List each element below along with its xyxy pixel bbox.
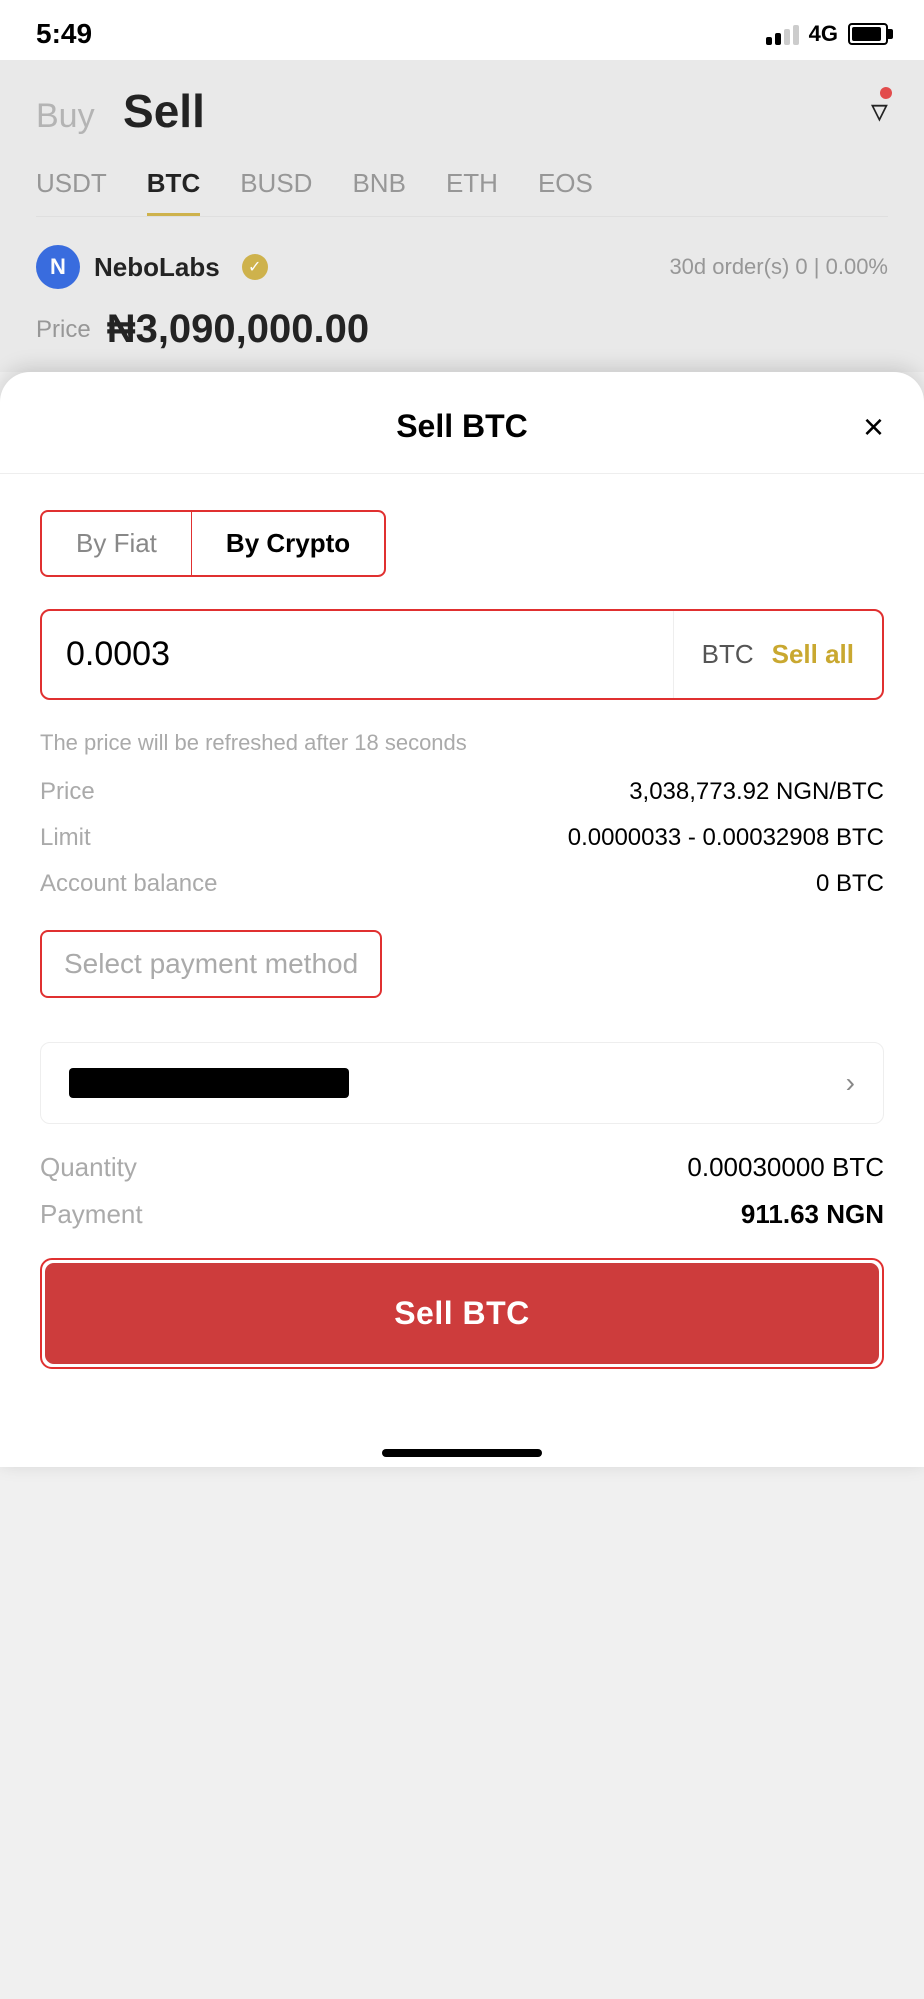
merchant-name: NeboLabs bbox=[94, 252, 220, 283]
summary-row-quantity: Quantity 0.00030000 BTC bbox=[40, 1152, 884, 1183]
modal-content: By Fiat By Crypto BTC Sell all The price… bbox=[0, 474, 924, 1433]
quantity-summary-value: 0.00030000 BTC bbox=[687, 1152, 884, 1183]
select-payment-label: Select payment method bbox=[40, 930, 382, 998]
amount-input[interactable] bbox=[66, 635, 649, 674]
balance-info-label: Account balance bbox=[40, 870, 217, 898]
status-time: 5:49 bbox=[36, 18, 92, 50]
limit-info-value: 0.0000033 - 0.00032908 BTC bbox=[568, 824, 884, 852]
info-row-price: Price 3,038,773.92 NGN/BTC bbox=[40, 778, 884, 806]
merchant-row: N NeboLabs ✓ 30d order(s) 0 | 0.00% bbox=[36, 245, 888, 289]
summary-row-payment: Payment 911.63 NGN bbox=[40, 1199, 884, 1230]
info-row-limit: Limit 0.0000033 - 0.00032908 BTC bbox=[40, 824, 884, 852]
amount-input-row: BTC Sell all bbox=[40, 609, 884, 700]
price-info-label: Price bbox=[40, 778, 95, 806]
crypto-tabs: USDT BTC BUSD BNB ETH EOS bbox=[36, 168, 888, 217]
quantity-summary-label: Quantity bbox=[40, 1152, 137, 1183]
refresh-text: The price will be refreshed after 18 sec… bbox=[40, 730, 884, 756]
limit-info-label: Limit bbox=[40, 824, 91, 852]
payment-method-row[interactable]: › bbox=[40, 1042, 884, 1124]
summary-section: Quantity 0.00030000 BTC Payment 911.63 N… bbox=[40, 1152, 884, 1230]
buy-sell-header: Buy Sell ▿ bbox=[36, 84, 888, 138]
payment-method-info bbox=[69, 1068, 846, 1098]
sell-button-wrapper: Sell BTC bbox=[40, 1258, 884, 1369]
redacted-account-info bbox=[69, 1068, 349, 1098]
buy-label: Buy bbox=[36, 97, 95, 135]
amount-currency: BTC bbox=[702, 639, 754, 670]
order-stats: 30d order(s) 0 | 0.00% bbox=[669, 254, 888, 280]
price-label: Price bbox=[36, 316, 91, 344]
tab-eth[interactable]: ETH bbox=[446, 168, 498, 216]
background-section: Buy Sell ▿ USDT BTC BUSD BNB ETH EOS N N… bbox=[0, 60, 924, 372]
tab-usdt[interactable]: USDT bbox=[36, 168, 107, 216]
payment-summary-label: Payment bbox=[40, 1199, 143, 1230]
merchant-info: N NeboLabs ✓ bbox=[36, 245, 268, 289]
status-icons: 4G bbox=[766, 21, 888, 47]
amount-input-wrap bbox=[42, 611, 673, 698]
close-icon[interactable]: × bbox=[863, 406, 884, 448]
sell-all-button[interactable]: Sell all bbox=[772, 639, 854, 670]
price-info-value: 3,038,773.92 NGN/BTC bbox=[629, 778, 884, 806]
modal-overlay: Sell BTC × By Fiat By Crypto BTC Sell al… bbox=[0, 372, 924, 1467]
balance-info-value: 0 BTC bbox=[816, 870, 884, 898]
tab-bnb[interactable]: BNB bbox=[352, 168, 405, 216]
modal-title: Sell BTC bbox=[396, 408, 528, 445]
payment-type-toggle: By Fiat By Crypto bbox=[40, 510, 386, 577]
network-label: 4G bbox=[809, 21, 838, 47]
amount-right: BTC Sell all bbox=[673, 611, 882, 698]
buy-sell-labels: Buy Sell bbox=[36, 84, 205, 138]
info-section: Price 3,038,773.92 NGN/BTC Limit 0.00000… bbox=[40, 778, 884, 898]
by-crypto-button[interactable]: By Crypto bbox=[192, 512, 384, 575]
tab-eos[interactable]: EOS bbox=[538, 168, 593, 216]
verified-badge: ✓ bbox=[242, 254, 268, 280]
sell-label: Sell bbox=[123, 85, 205, 137]
sell-btc-button[interactable]: Sell BTC bbox=[45, 1263, 879, 1364]
signal-icon bbox=[766, 23, 799, 45]
info-row-balance: Account balance 0 BTC bbox=[40, 870, 884, 898]
battery-icon bbox=[848, 23, 888, 45]
price-value: ₦3,090,000.00 bbox=[107, 307, 369, 352]
filter-icon[interactable]: ▿ bbox=[871, 91, 888, 131]
home-indicator bbox=[0, 1433, 924, 1467]
tab-btc[interactable]: BTC bbox=[147, 168, 200, 216]
price-row: Price ₦3,090,000.00 bbox=[36, 307, 888, 352]
by-fiat-button[interactable]: By Fiat bbox=[42, 512, 191, 575]
home-bar bbox=[382, 1449, 542, 1457]
payment-summary-value: 911.63 NGN bbox=[741, 1199, 884, 1230]
tab-busd[interactable]: BUSD bbox=[240, 168, 312, 216]
status-bar: 5:49 4G bbox=[0, 0, 924, 60]
modal-header: Sell BTC × bbox=[0, 372, 924, 474]
avatar: N bbox=[36, 245, 80, 289]
chevron-right-icon: › bbox=[846, 1067, 855, 1099]
